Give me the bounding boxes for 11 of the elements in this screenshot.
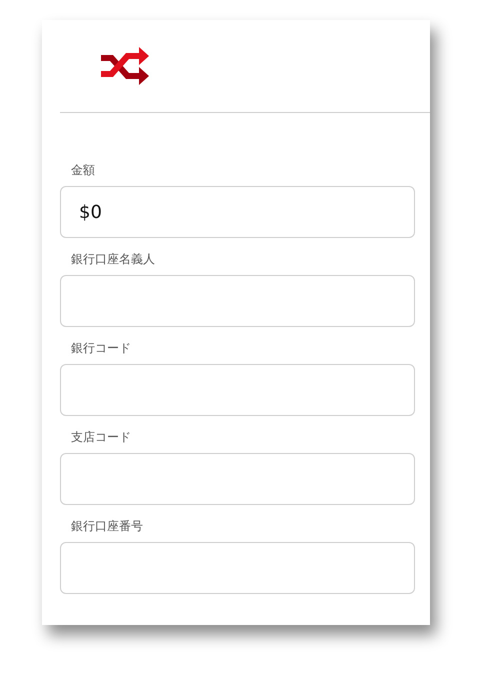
input-field[interactable] — [60, 364, 415, 416]
crossed-arrows-icon — [99, 45, 151, 87]
input-field[interactable] — [60, 453, 415, 505]
input-field[interactable]: $0 — [60, 186, 415, 238]
field-label: 金額 — [70, 163, 96, 178]
field-label: 銀行コード — [70, 341, 132, 356]
field-label: 銀行口座番号 — [70, 519, 144, 534]
input-field[interactable] — [60, 275, 415, 327]
field-label: 支店コード — [70, 430, 132, 445]
input-field[interactable] — [60, 542, 415, 594]
field-label: 銀行口座名義人 — [70, 252, 156, 267]
